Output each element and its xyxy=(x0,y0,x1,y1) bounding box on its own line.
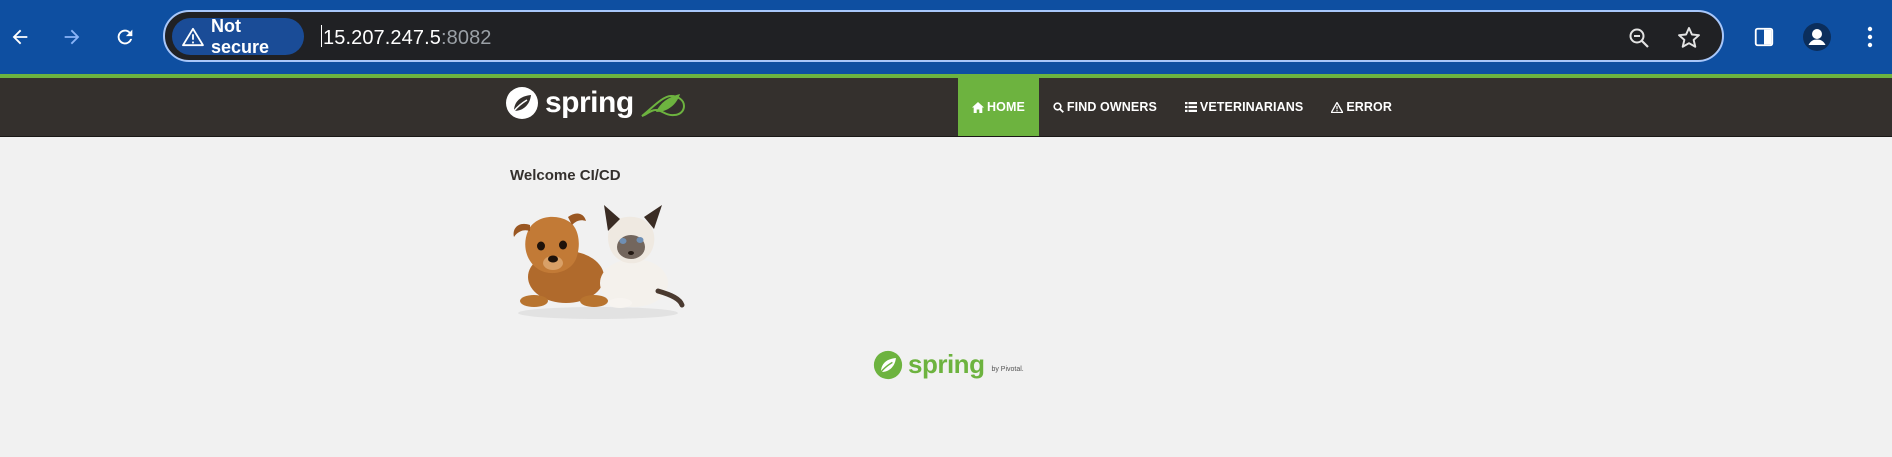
profile-button[interactable] xyxy=(1800,20,1834,54)
browser-toolbar: Not secure 15.207.247.5:8082 xyxy=(0,0,1892,74)
warning-icon xyxy=(182,27,204,46)
security-chip-label: Not secure xyxy=(210,15,270,57)
url-port: :8082 xyxy=(440,27,492,49)
footer-brand: spring xyxy=(908,349,985,379)
brand-text: spring xyxy=(545,86,634,119)
nav-find-owners-label: FIND OWNERS xyxy=(1066,100,1157,114)
page-content: Welcome CI/CD spring by Pivotal. xyxy=(0,137,1892,457)
url-host: 15.207.247.5 xyxy=(323,27,441,49)
nav-veterinarians[interactable]: VETERINARIANS xyxy=(1171,78,1317,136)
pets-image xyxy=(513,205,685,319)
kitten-figure xyxy=(600,205,685,308)
url-text[interactable]: 15.207.247.5:8082 xyxy=(321,25,492,50)
app-navbar: spring HOME FIND OWNERS VETERINARIANS ER… xyxy=(0,78,1892,137)
forward-button[interactable] xyxy=(52,17,92,57)
search-icon xyxy=(1053,101,1064,113)
reload-icon xyxy=(117,29,133,45)
menu-icon xyxy=(1867,26,1873,48)
security-chip[interactable]: Not secure xyxy=(172,15,304,57)
boot-leaf-icon xyxy=(641,94,685,117)
home-icon xyxy=(972,101,984,113)
back-icon xyxy=(12,29,28,45)
nav-home-label: HOME xyxy=(987,100,1025,114)
bookmark-button[interactable] xyxy=(1675,24,1703,52)
nav-error[interactable]: ERROR xyxy=(1317,78,1406,136)
forward-icon xyxy=(64,29,80,45)
zoom-button[interactable] xyxy=(1625,24,1653,52)
side-panel-icon xyxy=(1754,27,1774,47)
footer-byline: by Pivotal. xyxy=(991,366,1024,373)
address-bar[interactable]: Not secure 15.207.247.5:8082 xyxy=(163,10,1724,62)
nav-home[interactable]: HOME xyxy=(958,78,1039,136)
side-panel-button[interactable] xyxy=(1747,20,1781,54)
nav-find-owners[interactable]: FIND OWNERS xyxy=(1039,78,1171,136)
main-menu: HOME FIND OWNERS VETERINARIANS ERROR xyxy=(958,78,1406,136)
page-title: Welcome CI/CD xyxy=(510,167,621,184)
warning-icon xyxy=(1331,101,1344,113)
footer-logo: spring by Pivotal. xyxy=(873,349,1024,380)
nav-veterinarians-label: VETERINARIANS xyxy=(1199,100,1304,114)
back-button[interactable] xyxy=(0,17,40,57)
nav-error-label: ERROR xyxy=(1346,100,1392,114)
spring-leaf-icon xyxy=(506,87,538,119)
browser-menu-button[interactable] xyxy=(1853,20,1887,54)
brand-logo[interactable]: spring xyxy=(505,86,688,120)
puppy-figure xyxy=(513,213,608,307)
spring-leaf-icon xyxy=(873,350,903,379)
bookmark-star-icon xyxy=(1678,27,1700,48)
zoom-icon xyxy=(1629,28,1649,48)
reload-button[interactable] xyxy=(105,17,145,57)
list-icon xyxy=(1184,102,1197,112)
profile-icon xyxy=(1803,23,1831,51)
